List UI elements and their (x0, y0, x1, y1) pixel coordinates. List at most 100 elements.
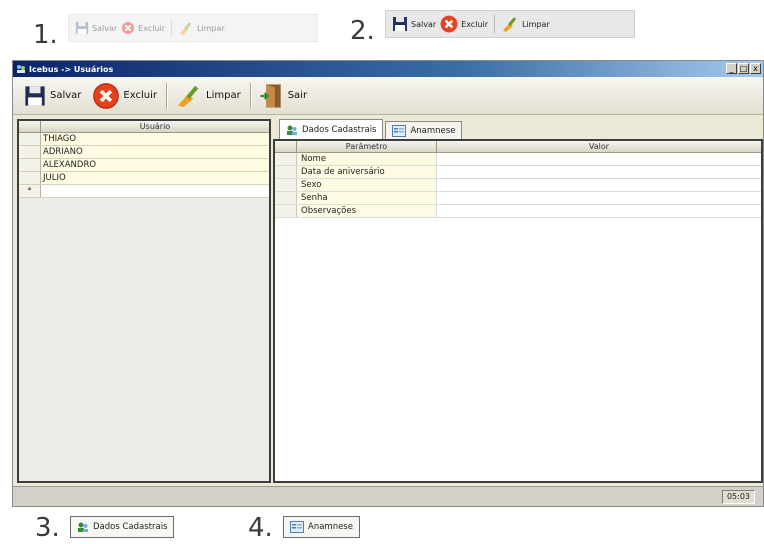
exit-label: Sair (287, 90, 308, 101)
toolbar-enabled-sample: Salvar Excluir Limpar (385, 10, 635, 38)
strip2-save-button[interactable]: Salvar (392, 16, 436, 32)
tab-dados-cadastrais[interactable]: Dados Cadastrais (279, 119, 384, 139)
param-value-cell[interactable] (437, 166, 761, 178)
column-header-valor[interactable]: Valor (437, 141, 761, 152)
parameters-grid-header: Parâmetro Valor (275, 141, 761, 153)
strip2-delete-label: Excluir (461, 19, 488, 29)
clear-button[interactable]: Limpar (173, 83, 244, 109)
toolbar-disabled-sample: Salvar Excluir Limpar (68, 14, 318, 42)
floppy-disk-icon (393, 17, 407, 31)
param-name-cell: Senha (297, 192, 437, 204)
close-button[interactable]: x (750, 63, 761, 74)
column-header-usuario[interactable]: Usuário (41, 121, 269, 132)
table-row[interactable]: Senha (275, 192, 761, 205)
step-2-label: 2. (350, 16, 375, 46)
row-header[interactable] (19, 172, 41, 184)
row-header[interactable] (275, 179, 297, 191)
column-header-parametro[interactable]: Parâmetro (297, 141, 437, 152)
new-user-cell[interactable] (41, 185, 269, 197)
door-exit-icon (260, 83, 281, 108)
exit-button[interactable]: Sair (257, 81, 310, 111)
users-grid-header: Usuário (19, 121, 269, 133)
user-cell[interactable]: ALEXANDRO (41, 159, 269, 171)
row-header[interactable] (19, 146, 41, 158)
step-1-label: 1. (33, 20, 58, 50)
delete-label: Excluir (123, 90, 157, 101)
minimize-button[interactable]: _ (726, 63, 737, 74)
status-clock: 05:03 (721, 490, 755, 504)
row-header[interactable] (275, 205, 297, 217)
table-row[interactable]: Observações (275, 205, 761, 218)
table-row[interactable]: THIAGO (19, 133, 269, 146)
red-x-icon (93, 82, 120, 109)
main-toolbar: Salvar Excluir Limpar Sair (13, 77, 763, 115)
user-cell[interactable]: ADRIANO (41, 146, 269, 158)
tab-anamnese-label: Anamnese (410, 125, 456, 136)
user-cell[interactable]: JULIO (41, 172, 269, 184)
param-value-cell[interactable] (437, 192, 761, 204)
strip-delete-button: Excluir (121, 21, 165, 35)
form-icon (392, 124, 407, 137)
save-button[interactable]: Salvar (21, 83, 84, 109)
strip-save-label: Salvar (92, 23, 118, 33)
param-name-cell: Sexo (297, 179, 437, 191)
strip2-delete-button[interactable]: Excluir (440, 15, 488, 33)
toolbar-separator (166, 82, 167, 109)
param-value-cell[interactable] (437, 179, 761, 191)
save-label: Salvar (50, 90, 82, 101)
details-tabs: Dados Cadastrais Anamnese (273, 119, 463, 139)
red-x-icon (122, 21, 135, 35)
window-titlebar[interactable]: Icebus -> Usuários _ □ x (13, 61, 763, 77)
strip-clear-label: Limpar (197, 23, 225, 33)
form-icon (290, 521, 304, 533)
row-header[interactable] (19, 159, 41, 171)
tab-dados-cadastrais-label: Dados Cadastrais (302, 124, 377, 135)
step-3-label: 3. (35, 513, 60, 543)
grid-corner[interactable] (275, 141, 297, 152)
table-row[interactable]: Sexo (275, 179, 761, 192)
users-icon (287, 125, 297, 135)
delete-button[interactable]: Excluir (90, 81, 160, 111)
tab-anamnese[interactable]: Anamnese (385, 121, 463, 139)
broom-icon (503, 17, 517, 32)
table-row[interactable]: Nome (275, 153, 761, 166)
row-header[interactable] (275, 192, 297, 204)
table-row[interactable]: ALEXANDRO (19, 159, 269, 172)
param-name-cell: Data de aniversário (297, 166, 437, 178)
users-grid: Usuário THIAGO ADRIANO ALEXANDRO JULIO * (17, 119, 271, 483)
maximize-button[interactable]: □ (738, 63, 749, 74)
broom-icon (179, 22, 192, 35)
sample-tab-anamnese-label: Anamnese (308, 522, 353, 532)
strip2-separator (494, 15, 495, 33)
new-row-marker: * (19, 185, 41, 197)
users-window: Icebus -> Usuários _ □ x Salvar Excluir … (12, 60, 764, 507)
sample-tab-dados-cadastrais-label: Dados Cadastrais (93, 522, 168, 532)
broom-icon (178, 85, 199, 107)
floppy-disk-icon (25, 85, 45, 106)
parameters-grid: Parâmetro Valor Nome Data de aniversário… (273, 139, 763, 483)
details-panel: Dados Cadastrais Anamnese Parâmetro Valo… (273, 119, 763, 483)
users-icon (78, 522, 88, 532)
param-value-cell[interactable] (437, 205, 761, 217)
row-header[interactable] (275, 153, 297, 165)
toolbar-separator (249, 82, 251, 109)
row-header[interactable] (19, 133, 41, 145)
param-name-cell: Observações (297, 205, 437, 217)
red-x-icon (440, 15, 458, 33)
window-title: Icebus -> Usuários (29, 64, 114, 74)
strip-clear-button: Limpar (178, 21, 225, 35)
sample-tab-dados-cadastrais: Dados Cadastrais (70, 516, 175, 538)
row-header[interactable] (275, 166, 297, 178)
strip2-clear-button[interactable]: Limpar (501, 16, 550, 32)
param-value-cell[interactable] (437, 153, 761, 165)
new-row[interactable]: * (19, 185, 269, 198)
table-row[interactable]: Data de aniversário (275, 166, 761, 179)
status-bar: 05:03 (13, 486, 763, 506)
table-row[interactable]: JULIO (19, 172, 269, 185)
app-icon (17, 65, 25, 73)
user-cell[interactable]: THIAGO (41, 133, 269, 145)
table-row[interactable]: ADRIANO (19, 146, 269, 159)
step-4-label: 4. (248, 513, 273, 543)
clear-label: Limpar (206, 90, 241, 101)
grid-corner[interactable] (19, 121, 41, 132)
